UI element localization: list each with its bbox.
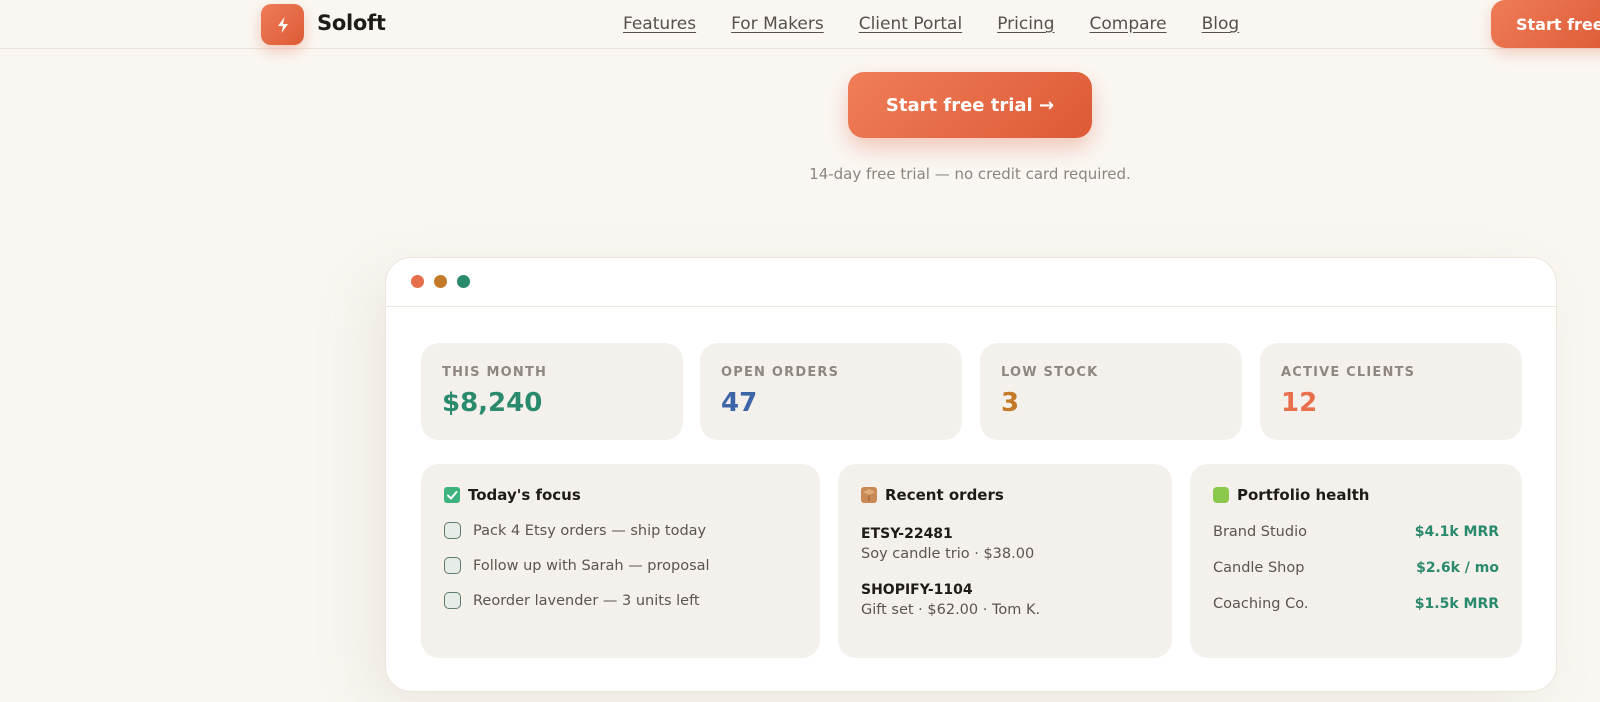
brand-name[interactable]: Soloft	[317, 11, 386, 35]
stat-value: 3	[1001, 388, 1020, 418]
recent-orders-title: Recent orders	[885, 486, 1004, 504]
stat-label: THIS MONTH	[442, 365, 548, 380]
nav-link-client-portal[interactable]: Client Portal	[859, 14, 962, 34]
order-item[interactable]: ETSY-22481 Soy candle trio · $38.00	[861, 526, 1149, 562]
package-icon	[861, 487, 877, 503]
puzzle-piece-icon	[1213, 487, 1229, 503]
portfolio-row[interactable]: Candle Shop $2.6k / mo	[1213, 560, 1499, 576]
order-item[interactable]: SHOPIFY-1104 Gift set · $62.00 · Tom K.	[861, 582, 1149, 618]
task-label: Reorder lavender — 3 units left	[473, 592, 700, 609]
window-close-dot	[411, 275, 424, 288]
nav-link-for-makers[interactable]: For Makers	[731, 14, 824, 34]
stat-value: 12	[1281, 388, 1318, 418]
task-checkbox[interactable]	[444, 522, 461, 539]
task-item[interactable]: Follow up with Sarah — proposal	[444, 557, 797, 574]
start-free-trial-button[interactable]: Start free trial →	[848, 72, 1092, 138]
nav-links: Features For Makers Client Portal Pricin…	[623, 14, 1274, 34]
stat-card-this-month: THIS MONTH $8,240	[421, 343, 683, 440]
todays-focus-title: Today's focus	[468, 486, 581, 504]
stat-label: OPEN ORDERS	[721, 365, 840, 380]
nav-link-compare[interactable]: Compare	[1090, 14, 1167, 34]
nav-start-free-button[interactable]: Start free	[1491, 0, 1600, 48]
logo-bolt-icon[interactable]	[261, 4, 304, 45]
check-mark-icon	[444, 487, 460, 503]
portfolio-name: Candle Shop	[1213, 560, 1305, 576]
stat-card-active-clients: ACTIVE CLIENTS 12	[1260, 343, 1522, 440]
portfolio-row[interactable]: Brand Studio $4.1k MRR	[1213, 524, 1499, 540]
task-checkbox[interactable]	[444, 557, 461, 574]
portfolio-name: Coaching Co.	[1213, 596, 1309, 612]
order-desc: Gift set · $62.00 · Tom K.	[861, 602, 1041, 618]
nav-link-pricing[interactable]: Pricing	[997, 14, 1054, 34]
portfolio-value: $4.1k MRR	[1414, 524, 1499, 540]
stat-card-low-stock: LOW STOCK 3	[980, 343, 1242, 440]
order-id: SHOPIFY-1104	[861, 582, 973, 598]
stat-label: ACTIVE CLIENTS	[1281, 365, 1416, 380]
trial-note: 14-day free trial — no credit card requi…	[0, 165, 1600, 183]
window-maximize-dot	[457, 275, 470, 288]
todays-focus-panel: Today's focus Pack 4 Etsy orders — ship …	[421, 464, 820, 658]
window-titlebar	[386, 258, 1556, 307]
task-label: Follow up with Sarah — proposal	[473, 557, 710, 574]
panel-title: Recent orders	[861, 486, 1149, 504]
task-item[interactable]: Pack 4 Etsy orders — ship today	[444, 522, 797, 539]
portfolio-health-title: Portfolio health	[1237, 486, 1370, 504]
task-label: Pack 4 Etsy orders — ship today	[473, 522, 707, 539]
portfolio-name: Brand Studio	[1213, 524, 1307, 540]
panel-title: Today's focus	[444, 486, 797, 504]
portfolio-value: $1.5k MRR	[1414, 596, 1499, 612]
stat-value: 47	[721, 388, 758, 418]
portfolio-health-panel: Portfolio health Brand Studio $4.1k MRR …	[1190, 464, 1522, 658]
portfolio-value: $2.6k / mo	[1416, 560, 1499, 576]
portfolio-row[interactable]: Coaching Co. $1.5k MRR	[1213, 596, 1499, 612]
dashboard-preview-window: THIS MONTH $8,240 OPEN ORDERS 47 LOW STO…	[385, 257, 1557, 692]
trial-note-text: 14-day free trial — no credit card requi…	[809, 165, 1131, 183]
stat-card-open-orders: OPEN ORDERS 47	[700, 343, 962, 440]
order-id: ETSY-22481	[861, 526, 953, 542]
order-desc: Soy candle trio · $38.00	[861, 546, 1035, 562]
top-nav: Soloft Features For Makers Client Portal…	[0, 0, 1600, 49]
nav-link-blog[interactable]: Blog	[1202, 14, 1240, 34]
nav-link-features[interactable]: Features	[623, 14, 696, 34]
recent-orders-panel: Recent orders ETSY-22481 Soy candle trio…	[838, 464, 1172, 658]
window-minimize-dot	[434, 275, 447, 288]
stat-label: LOW STOCK	[1001, 365, 1099, 380]
stat-value: $8,240	[442, 388, 543, 418]
task-item[interactable]: Reorder lavender — 3 units left	[444, 592, 797, 609]
task-checkbox[interactable]	[444, 592, 461, 609]
panel-title: Portfolio health	[1213, 486, 1499, 504]
